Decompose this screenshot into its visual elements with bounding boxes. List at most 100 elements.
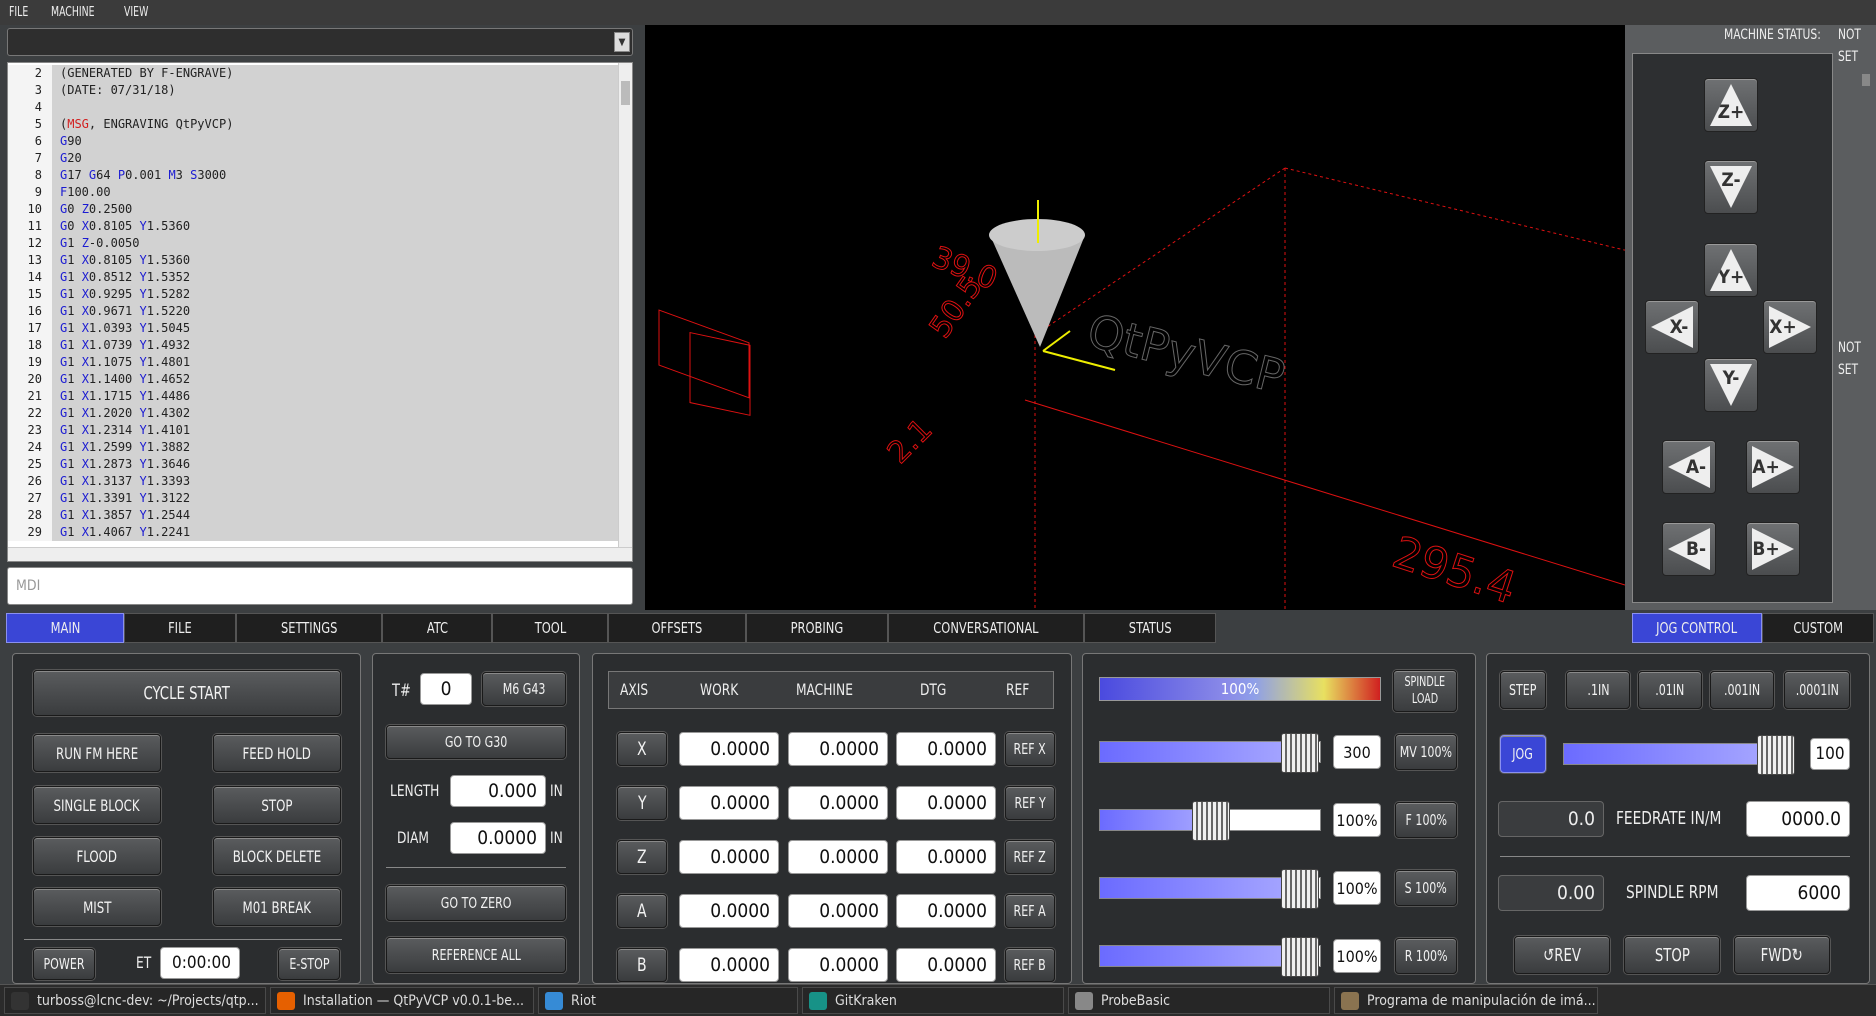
- gcode-line[interactable]: 21 G1 X1.1715 Y1.4486: [8, 388, 618, 405]
- dro-work-b[interactable]: 0.0000: [679, 948, 779, 982]
- backplot-viewport[interactable]: QtPyVCP 39.0 50.5 2.1 295.4: [645, 25, 1646, 615]
- power-button[interactable]: POWER: [33, 948, 95, 980]
- feed-hold-button[interactable]: FEED HOLD: [213, 734, 341, 772]
- gcode-line[interactable]: 22 G1 X1.2020 Y1.4302: [8, 405, 618, 422]
- gcode-line[interactable]: 2 (GENERATED BY F-ENGRAVE): [8, 65, 618, 82]
- tab-status[interactable]: STATUS: [1084, 613, 1216, 643]
- dro-work-y[interactable]: 0.0000: [679, 786, 779, 820]
- tab-probing[interactable]: PROBING: [746, 613, 888, 643]
- axis-a-button[interactable]: A: [617, 894, 667, 928]
- tab-atc[interactable]: ATC: [382, 613, 492, 643]
- feedrate-set-field[interactable]: 0000.0: [1746, 801, 1850, 837]
- gcode-line[interactable]: 9 F100.00: [8, 184, 618, 201]
- jog-x-plus-button[interactable]: X+: [1763, 300, 1817, 354]
- inc-0.001-button[interactable]: .001IN: [1710, 671, 1774, 709]
- gcode-line[interactable]: 25 G1 X1.2873 Y1.3646: [8, 456, 618, 473]
- gcode-line[interactable]: 14 G1 X0.8512 Y1.5352: [8, 269, 618, 286]
- gcode-line[interactable]: 27 G1 X1.3391 Y1.3122: [8, 490, 618, 507]
- gcode-line[interactable]: 11 G0 X0.8105 Y1.5360: [8, 218, 618, 235]
- gcode-editor[interactable]: 2 (GENERATED BY F-ENGRAVE) 3 (DATE: 07/31/1…: [7, 62, 633, 562]
- mdi-input[interactable]: MDI: [7, 567, 633, 605]
- gcode-line[interactable]: 5 (MSG, ENGRAVING QtPyVCP): [8, 116, 618, 133]
- status-scrollbar[interactable]: [1862, 74, 1870, 86]
- feed-override-slider[interactable]: [1099, 801, 1321, 841]
- gcode-line[interactable]: 3 (DATE: 07/31/18): [8, 82, 618, 99]
- menu-file[interactable]: FILE: [9, 5, 28, 20]
- editor-vscrollbar[interactable]: [618, 63, 632, 547]
- rapid-override-slider[interactable]: [1099, 937, 1321, 977]
- spindle-set-field[interactable]: 6000: [1746, 875, 1850, 911]
- spindle-fwd-button[interactable]: FWD↻: [1734, 936, 1830, 974]
- max-velocity-override-reset-button[interactable]: MV 100%: [1395, 734, 1457, 770]
- spindle-override-slider[interactable]: [1099, 869, 1321, 909]
- single-block-button[interactable]: SINGLE BLOCK: [33, 786, 161, 824]
- taskbar-item[interactable]: Installation — QtPyVCP v0.0.1-be...: [270, 987, 534, 1014]
- max-velocity-override-slider[interactable]: [1099, 733, 1321, 773]
- gcode-line[interactable]: 24 G1 X1.2599 Y1.3882: [8, 439, 618, 456]
- file-combo[interactable]: ▼: [7, 28, 633, 56]
- ref-b-button[interactable]: REF B: [1005, 948, 1055, 982]
- gcode-line[interactable]: 19 G1 X1.1075 Y1.4801: [8, 354, 618, 371]
- jog-a-minus-button[interactable]: A-: [1662, 440, 1716, 494]
- gcode-line[interactable]: 15 G1 X0.9295 Y1.5282: [8, 286, 618, 303]
- jog-y-plus-button[interactable]: Y+: [1704, 243, 1758, 297]
- spindle-rev-button[interactable]: ↺REV: [1514, 936, 1610, 974]
- tool-number-field[interactable]: 0: [420, 673, 472, 705]
- gcode-line[interactable]: 8 G17 G64 P0.001 M3 S3000: [8, 167, 618, 184]
- dro-work-a[interactable]: 0.0000: [679, 894, 779, 928]
- inc-0.0001-button[interactable]: .0001IN: [1784, 671, 1850, 709]
- jog-b-minus-button[interactable]: B-: [1662, 522, 1716, 576]
- tab-custom[interactable]: CUSTOM: [1762, 613, 1874, 643]
- jog-z-plus-button[interactable]: Z+: [1704, 78, 1758, 132]
- gcode-line[interactable]: 4: [8, 99, 618, 116]
- spindle-stop-button[interactable]: STOP: [1624, 936, 1720, 974]
- gcode-line[interactable]: 16 G1 X0.9671 Y1.5220: [8, 303, 618, 320]
- mist-button[interactable]: MIST: [33, 888, 161, 926]
- cycle-start-button[interactable]: CYCLE START: [33, 670, 341, 716]
- taskbar-item[interactable]: turboss@lcnc-dev: ~/Projects/qtp...: [4, 987, 266, 1014]
- menu-view[interactable]: VIEW: [124, 5, 148, 20]
- tab-tool[interactable]: TOOL: [492, 613, 608, 643]
- jog-y-minus-button[interactable]: Y-: [1704, 358, 1758, 412]
- tab-jog-control[interactable]: JOG CONTROL: [1632, 613, 1762, 643]
- step-button[interactable]: STEP: [1500, 671, 1546, 709]
- tab-file[interactable]: FILE: [124, 613, 236, 643]
- gcode-line[interactable]: 12 G1 Z-0.0050: [8, 235, 618, 252]
- axis-x-button[interactable]: X: [617, 732, 667, 766]
- dro-work-z[interactable]: 0.0000: [679, 840, 779, 874]
- gcode-line[interactable]: 18 G1 X1.0739 Y1.4932: [8, 337, 618, 354]
- axis-b-button[interactable]: B: [617, 948, 667, 982]
- ref-z-button[interactable]: REF Z: [1005, 840, 1055, 874]
- gcode-line[interactable]: 6 G90: [8, 133, 618, 150]
- gcode-line[interactable]: 28 G1 X1.3857 Y1.2544: [8, 507, 618, 524]
- reference-all-button[interactable]: REFERENCE ALL: [386, 937, 566, 973]
- gcode-line[interactable]: 10 G0 Z0.2500: [8, 201, 618, 218]
- rapid-override-reset-button[interactable]: R 100%: [1395, 938, 1457, 974]
- editor-hscrollbar[interactable]: [8, 547, 632, 561]
- chevron-down-icon[interactable]: ▼: [614, 32, 630, 52]
- taskbar-item[interactable]: ProbeBasic: [1068, 987, 1330, 1014]
- inc-0.01-button[interactable]: .01IN: [1638, 671, 1702, 709]
- tab-main[interactable]: MAIN: [6, 613, 124, 643]
- gcode-line[interactable]: 23 G1 X1.2314 Y1.4101: [8, 422, 618, 439]
- feed-override-reset-button[interactable]: F 100%: [1395, 802, 1457, 838]
- spindle-override-reset-button[interactable]: S 100%: [1395, 870, 1457, 906]
- gcode-line[interactable]: 7 G20: [8, 150, 618, 167]
- taskbar-item[interactable]: Programa de manipulación de imá...: [1334, 987, 1598, 1014]
- tab-offsets[interactable]: OFFSETS: [608, 613, 746, 643]
- ref-y-button[interactable]: REF Y: [1005, 786, 1055, 820]
- jog-b-plus-button[interactable]: B+: [1746, 522, 1800, 576]
- dro-work-x[interactable]: 0.0000: [679, 732, 779, 766]
- axis-y-button[interactable]: Y: [617, 786, 667, 820]
- taskbar-item[interactable]: GitKraken: [802, 987, 1064, 1014]
- ref-x-button[interactable]: REF X: [1005, 732, 1055, 766]
- taskbar-item[interactable]: Riot: [538, 987, 798, 1014]
- ref-a-button[interactable]: REF A: [1005, 894, 1055, 928]
- m01-break-button[interactable]: M01 BREAK: [213, 888, 341, 926]
- stop-button[interactable]: STOP: [213, 786, 341, 824]
- gcode-line[interactable]: 26 G1 X1.3137 Y1.3393: [8, 473, 618, 490]
- inc-0.1-button[interactable]: .1IN: [1566, 671, 1630, 709]
- flood-button[interactable]: FLOOD: [33, 837, 161, 875]
- go-to-g30-button[interactable]: GO TO G30: [386, 725, 566, 759]
- go-to-zero-button[interactable]: GO TO ZERO: [386, 885, 566, 921]
